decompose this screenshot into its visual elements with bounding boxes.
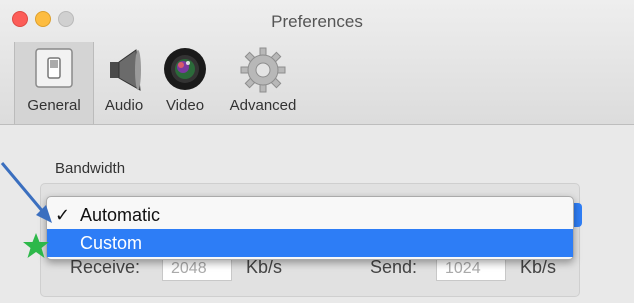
tab-advanced-label: Advanced bbox=[229, 97, 297, 114]
menu-item-custom[interactable]: Custom bbox=[47, 229, 573, 257]
send-label: Send: bbox=[370, 257, 418, 277]
tab-video[interactable]: Video bbox=[156, 42, 214, 124]
tab-video-label: Video bbox=[165, 97, 205, 114]
speaker-icon bbox=[102, 46, 146, 98]
annotation-arrow bbox=[0, 162, 52, 223]
tab-general[interactable]: General bbox=[14, 42, 94, 124]
switch-icon bbox=[32, 46, 76, 94]
tab-general-label: General bbox=[27, 97, 81, 114]
window-title: Preferences bbox=[271, 12, 363, 31]
menu-item-automatic[interactable]: ✓ Automatic bbox=[47, 201, 573, 229]
camera-lens-icon bbox=[162, 46, 208, 96]
star-icon bbox=[23, 233, 49, 258]
send-unit: Kb/s bbox=[520, 257, 557, 277]
receive-unit: Kb/s bbox=[246, 257, 283, 277]
tab-advanced[interactable]: Advanced bbox=[218, 42, 308, 124]
tab-audio[interactable]: Audio bbox=[96, 42, 152, 124]
bandwidth-dropdown-menu[interactable]: ✓ Automatic Custom bbox=[46, 196, 574, 260]
gear-icon bbox=[239, 46, 287, 98]
tab-audio-label: Audio bbox=[104, 97, 144, 114]
window-toolbar: Preferences General Audio Video Advanced bbox=[0, 0, 634, 125]
